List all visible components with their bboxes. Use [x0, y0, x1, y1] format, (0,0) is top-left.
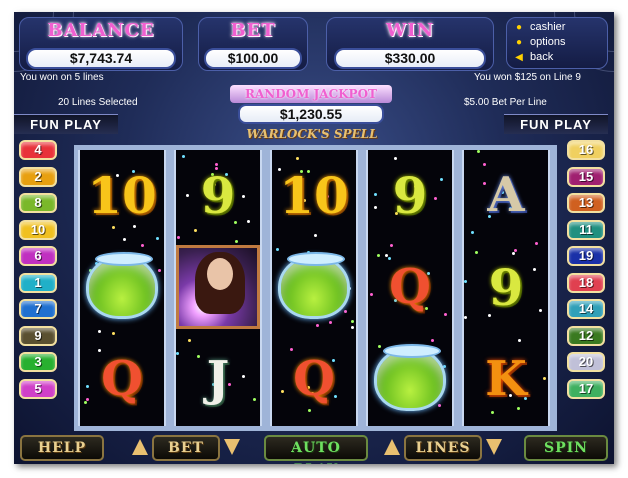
- reel-5: A 9 K: [462, 150, 550, 426]
- cauldron-symbol: [272, 242, 356, 332]
- coin-icon: ●: [515, 36, 523, 48]
- line-badge-2[interactable]: 2: [19, 166, 57, 187]
- lines-selected-message: 20 Lines Selected: [58, 97, 138, 108]
- jackpot-label: RANDOM JACKPOT: [230, 85, 392, 103]
- menu: ● cashier ● options ◀ back: [514, 21, 604, 67]
- menu-item-cashier[interactable]: ● cashier: [514, 21, 566, 33]
- line-badge-7[interactable]: 7: [19, 299, 57, 319]
- auto-play-button[interactable]: AUTO PLAY: [264, 435, 368, 464]
- bet-increase-arrow[interactable]: [224, 439, 240, 455]
- cauldron-icon: [278, 252, 350, 319]
- balance-label: BALANCE: [47, 20, 155, 41]
- cauldron-icon: [86, 252, 158, 319]
- win-label: WIN: [385, 20, 435, 41]
- game-window: BALANCE $7,743.74 BET $100.00 WIN $330.0…: [14, 12, 614, 464]
- line-badge-14[interactable]: 14: [567, 299, 605, 319]
- line-badge-18[interactable]: 18: [567, 272, 605, 293]
- reel-4: 9Q: [366, 150, 454, 426]
- line-badge-3[interactable]: 3: [19, 352, 57, 372]
- line-badge-5[interactable]: 5: [19, 378, 57, 399]
- menu-item-options[interactable]: ● options: [514, 36, 566, 48]
- balance-value: $7,743.74: [26, 48, 176, 69]
- symbol-A: A: [464, 150, 548, 240]
- symbol-9: 9: [464, 242, 548, 332]
- symbol-label: 9: [488, 257, 524, 317]
- menu-item-back[interactable]: ◀ back: [514, 51, 553, 63]
- cauldron-symbol: [80, 242, 164, 332]
- line-badge-4[interactable]: 4: [19, 140, 57, 160]
- bet-label: BET: [230, 20, 276, 41]
- fun-play-label-left: FUN PLAY: [14, 114, 118, 134]
- warlock-wild-symbol: [176, 242, 260, 332]
- line-win-message: You won $125 on Line 9: [474, 72, 581, 83]
- symbol-label: 9: [392, 165, 428, 225]
- menu-item-label: back: [530, 51, 554, 63]
- bet-value: $100.00: [204, 48, 302, 69]
- lines-won-message: You won on 5 lines: [20, 72, 104, 83]
- lines-increase-arrow[interactable]: [486, 439, 502, 455]
- line-badge-11[interactable]: 11: [567, 219, 605, 240]
- line-badge-10[interactable]: 10: [19, 219, 57, 240]
- line-badge-12[interactable]: 12: [567, 325, 605, 346]
- menu-item-label: options: [530, 36, 566, 48]
- cauldron-icon: [374, 344, 446, 411]
- bet-per-line-message: $5.00 Bet Per Line: [464, 97, 547, 108]
- lines-decrease-arrow[interactable]: [384, 439, 400, 455]
- jackpot-value: $1,230.55: [238, 104, 384, 124]
- line-badge-6[interactable]: 6: [19, 246, 57, 266]
- line-badge-9[interactable]: 9: [19, 325, 57, 346]
- symbol-label: J: [206, 351, 230, 407]
- symbol-K: K: [464, 334, 548, 424]
- menu-item-label: cashier: [530, 21, 566, 33]
- bet-decrease-arrow[interactable]: [132, 439, 148, 455]
- win-value: $330.00: [334, 48, 486, 69]
- warlock-portrait-icon: [176, 245, 260, 329]
- symbol-Q: Q: [368, 242, 452, 332]
- reel-1: 10 Q: [78, 150, 166, 426]
- line-badge-20[interactable]: 20: [567, 352, 605, 372]
- symbol-Q: Q: [80, 334, 164, 424]
- line-badge-17[interactable]: 17: [567, 378, 605, 399]
- game-title: WARLOCK'S SPELL: [246, 127, 378, 141]
- bet-button[interactable]: BET: [152, 435, 220, 461]
- symbol-9: 9: [176, 150, 260, 240]
- symbol-label: 10: [279, 165, 349, 225]
- symbol-label: Q: [389, 259, 431, 315]
- help-button[interactable]: HELP: [20, 435, 104, 461]
- line-badge-8[interactable]: 8: [19, 193, 57, 213]
- portrait-face: [207, 258, 233, 290]
- symbol-label: Q: [101, 351, 143, 407]
- coin-icon: ●: [515, 21, 523, 33]
- symbol-label: K: [485, 351, 527, 407]
- symbol-label: 9: [200, 165, 236, 225]
- line-badge-19[interactable]: 19: [567, 246, 605, 266]
- symbol-Q: Q: [272, 334, 356, 424]
- symbol-10: 10: [80, 150, 164, 240]
- symbol-label: A: [487, 167, 525, 223]
- spin-button[interactable]: SPIN: [524, 435, 608, 461]
- symbol-label: 10: [87, 165, 157, 225]
- fun-play-label-right: FUN PLAY: [504, 114, 608, 134]
- reel-area: 10 Q 9 J 10 Q 9 Q A 9 K: [74, 145, 557, 431]
- reel-2: 9J: [174, 150, 262, 426]
- symbol-J: J: [176, 334, 260, 424]
- line-badge-13[interactable]: 13: [567, 193, 605, 213]
- symbol-9: 9: [368, 150, 452, 240]
- symbol-10: 10: [272, 150, 356, 240]
- symbol-label: Q: [293, 351, 335, 407]
- back-arrow-icon: ◀: [515, 51, 523, 63]
- line-badge-15[interactable]: 15: [567, 166, 605, 187]
- lines-button[interactable]: LINES: [404, 435, 482, 461]
- cauldron-symbol: [368, 334, 452, 424]
- line-badge-1[interactable]: 1: [19, 272, 57, 293]
- reel-3: 10 Q: [270, 150, 358, 426]
- line-badge-16[interactable]: 16: [567, 140, 605, 160]
